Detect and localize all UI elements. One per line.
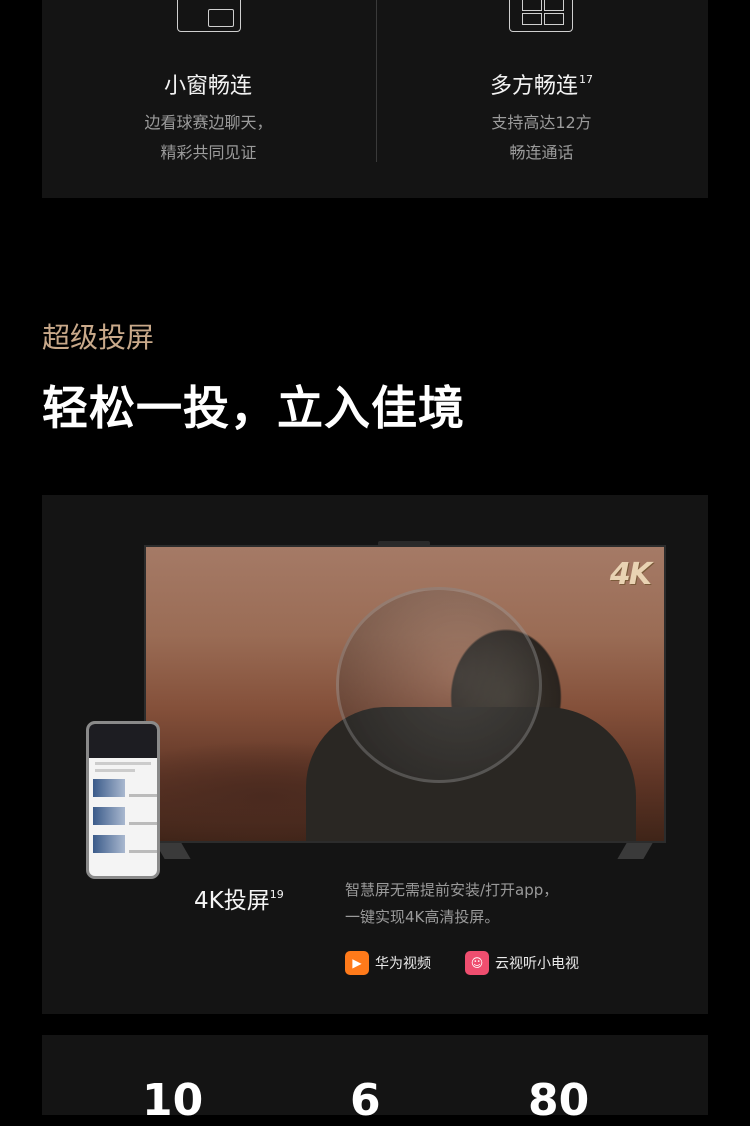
- tv-stand-left: [155, 843, 191, 859]
- astronaut-helmet: [336, 587, 542, 783]
- feature-title: 多方畅连17: [489, 73, 593, 99]
- feature-small-window: 小窗畅连 边看球赛边聊天， 精彩共同见证: [42, 0, 375, 198]
- grid-call-icon: [509, 0, 573, 32]
- phone-image: [86, 721, 160, 879]
- huawei-video-icon: ▶: [345, 951, 369, 975]
- stat-value: 10: [142, 1075, 204, 1126]
- feature-desc: 边看球赛边聊天， 精彩共同见证: [144, 113, 273, 162]
- section-headline: 轻松一投，立入佳境: [42, 381, 465, 435]
- stat-value: 80: [528, 1075, 590, 1126]
- section-tag: 超级投屏: [42, 321, 155, 354]
- cast-title: 4K投屏19: [194, 888, 284, 914]
- stat-value: 6: [350, 1075, 381, 1126]
- phone-header: [89, 724, 157, 758]
- stats-card: 10 6 80: [42, 1035, 708, 1126]
- feature-card: 小窗畅连 边看球赛边聊天， 精彩共同见证 多方畅连17 支持高达12方 畅连通话: [42, 0, 708, 198]
- cast-description: 智慧屏无需提前安装/打开app， 一键实现4K高清投屏。: [345, 881, 559, 926]
- feature-multi-call: 多方畅连17 支持高达12方 畅连通话: [375, 0, 708, 198]
- tv-app-icon: ☺: [465, 951, 489, 975]
- cast-card: 4K 4K投屏19 智慧屏无需提前安装/打开app， 一键实现4K高清投屏。 ▶…: [42, 495, 708, 1014]
- feature-desc: 支持高达12方 畅连通话: [491, 113, 592, 162]
- app-huawei-video[interactable]: ▶ 华为视频: [345, 950, 431, 976]
- tv-screen-image: 4K: [144, 545, 666, 843]
- feature-title: 小窗畅连: [163, 74, 252, 99]
- picture-in-picture-icon: [177, 0, 241, 32]
- app-tv-video[interactable]: ☺ 云视听小电视: [465, 950, 579, 976]
- tv-stand-right: [617, 843, 653, 859]
- 4k-badge: 4K: [609, 557, 652, 592]
